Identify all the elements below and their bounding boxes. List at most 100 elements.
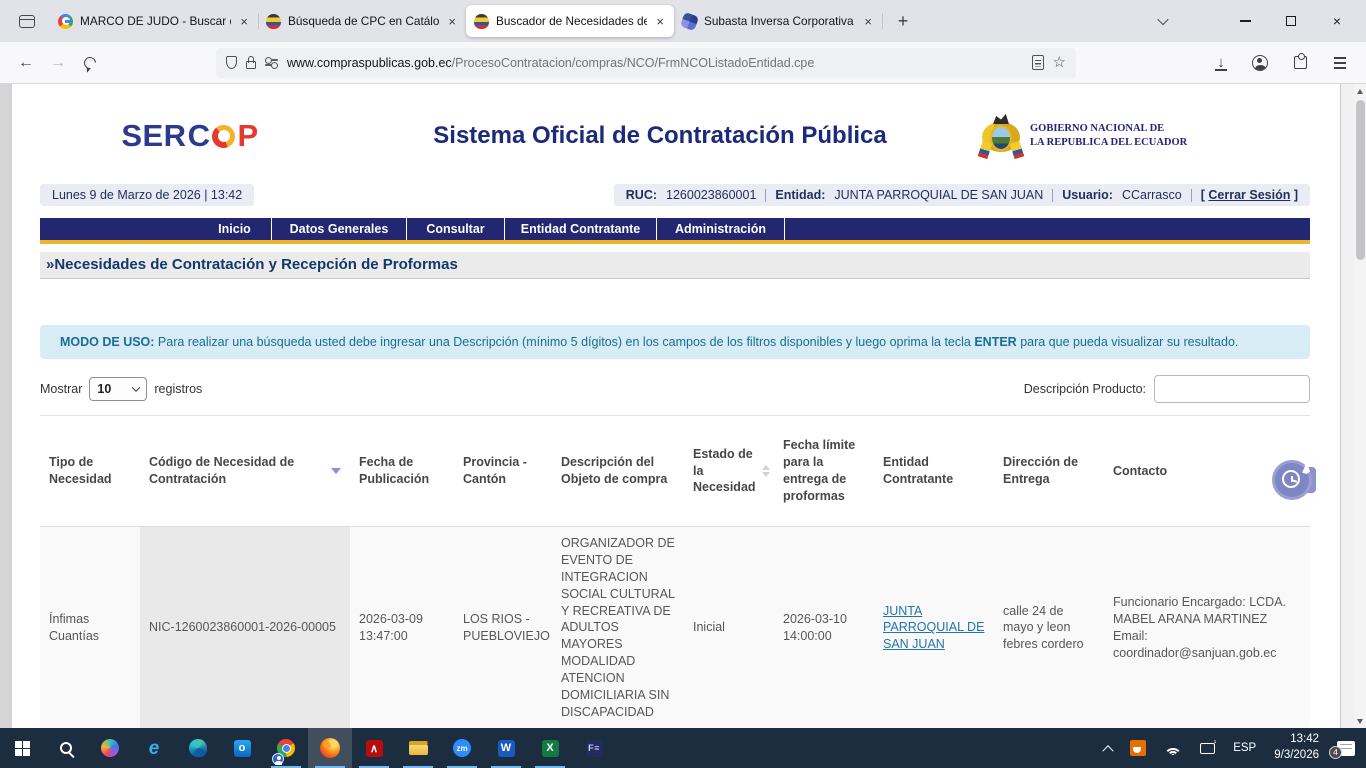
taskbar-word[interactable]: W	[484, 728, 528, 768]
new-tab-button[interactable]: +	[888, 6, 918, 36]
taskbar-firefox-active[interactable]	[308, 728, 352, 768]
tray-language[interactable]: ESP	[1226, 728, 1263, 768]
scrollbar-thumb[interactable]	[1356, 100, 1365, 260]
logout-link[interactable]: Cerrar Sesión	[1208, 188, 1290, 202]
system-title: Sistema Oficial de Contratación Pública	[340, 122, 980, 150]
downloads-icon[interactable]: ↓	[1206, 48, 1236, 78]
ecuador-coat-icon	[266, 14, 281, 29]
permissions-icon[interactable]	[265, 59, 278, 66]
tab-close-icon[interactable]: ×	[654, 14, 666, 29]
window-close-button[interactable]: ×	[1314, 0, 1360, 42]
sort-desc-icon	[331, 468, 341, 474]
page-size-select[interactable]: 10	[89, 377, 147, 401]
cell-direccion: calle 24 de mayo y leon febres cordero	[994, 595, 1104, 662]
tab-close-icon[interactable]: ×	[238, 14, 250, 29]
system-tray: ESP 13:42 9/3/2026 4	[1097, 728, 1366, 768]
description-filter-input[interactable]	[1154, 375, 1310, 403]
list-all-tabs-chevron-icon[interactable]	[1146, 6, 1180, 36]
tab-close-icon[interactable]: ×	[446, 14, 458, 29]
tray-notifications[interactable]: 4	[1330, 728, 1362, 768]
tab-title: Búsqueda de CPC en Catálogo	[288, 14, 439, 28]
taskbar-file-explorer[interactable]	[396, 728, 440, 768]
reader-mode-icon[interactable]	[1032, 55, 1044, 70]
tab-subasta-inversa[interactable]: Subasta Inversa Corporativa de ×	[674, 5, 882, 37]
ecuador-coat-of-arms-icon	[980, 114, 1022, 158]
chrome-profile-badge	[272, 753, 284, 765]
datetime-badge: Lunes 9 de Marzo de 2026 | 13:42	[40, 184, 254, 206]
account-icon[interactable]	[1244, 48, 1276, 78]
tray-clock[interactable]: 13:42 9/3/2026	[1267, 728, 1326, 768]
window-minimize-button[interactable]	[1222, 0, 1268, 42]
tab-marco-de-judo[interactable]: MARCO DE JUDO - Buscar con ×	[50, 5, 258, 37]
taskbar-acrobat[interactable]: ∧	[352, 728, 396, 768]
tab-title: MARCO DE JUDO - Buscar con	[80, 14, 231, 28]
sercop-logo: SERCP	[40, 118, 340, 154]
scroll-down-arrow[interactable]	[1354, 714, 1366, 728]
taskbar-internet-explorer[interactable]: e	[132, 728, 176, 768]
extensions-icon[interactable]	[1284, 48, 1316, 78]
taskbar-f-app[interactable]: F≡	[572, 728, 616, 768]
header-estado[interactable]: Estado de la Necesidad	[684, 438, 774, 505]
tracking-shield-icon[interactable]	[226, 56, 237, 69]
header-codigo[interactable]: Código de Necesidad de Contratación	[140, 446, 350, 496]
header-provincia[interactable]: Provincia - Cantón	[454, 446, 552, 496]
entidad-link[interactable]: JUNTA PARROQUIAL DE SAN JUAN	[883, 604, 984, 652]
tray-hidden-icons-chevron[interactable]	[1097, 728, 1119, 768]
window-maximize-button[interactable]	[1268, 0, 1314, 42]
browser-scrollbar[interactable]	[1354, 84, 1366, 728]
tray-java-icon[interactable]	[1123, 728, 1153, 768]
header-tipo[interactable]: Tipo de Necesidad	[40, 446, 140, 496]
scroll-up-arrow[interactable]	[1354, 84, 1366, 98]
taskbar-zoom[interactable]: zm	[440, 728, 484, 768]
nav-item-entidad-contratante[interactable]: Entidad Contratante	[505, 218, 657, 240]
outlook-icon: o	[234, 740, 251, 757]
floating-timer-widget[interactable]	[1272, 460, 1316, 500]
site-header: SERCP Sistema Oficial de Contratación Pú…	[40, 98, 1310, 174]
taskbar-chrome[interactable]	[264, 728, 308, 768]
cell-fecha-limite: 2026-03-10 14:00:00	[774, 603, 874, 653]
header-direccion[interactable]: Dirección de Entrega	[994, 446, 1104, 496]
taskbar-outlook[interactable]: o	[220, 728, 264, 768]
taskbar-excel[interactable]: X	[528, 728, 572, 768]
taskbar-edge[interactable]	[176, 728, 220, 768]
nav-item-administracion[interactable]: Administración	[657, 218, 785, 240]
tab-buscador-necesidades-active[interactable]: Buscador de Necesidades de Co ×	[466, 5, 674, 37]
taskbar-search-button[interactable]	[44, 728, 88, 768]
menu-hamburger-icon[interactable]	[1324, 48, 1356, 78]
table-row: Ínfimas Cuantías NIC-1260023860001-2026-…	[40, 527, 1310, 728]
tray-cast[interactable]	[1193, 728, 1222, 768]
forward-button[interactable]: →	[42, 48, 74, 78]
lock-icon[interactable]	[246, 61, 256, 69]
notification-badge: 4	[1329, 746, 1342, 759]
main-nav: Inicio Datos Generales Consultar Entidad…	[40, 218, 1310, 240]
entity-value: JUNTA PARROQUIAL DE SAN JUAN	[834, 188, 1043, 202]
bookmark-star-icon[interactable]: ☆	[1053, 55, 1066, 70]
address-bar[interactable]: www.compraspublicas.gob.ec/ProcesoContra…	[216, 48, 1076, 78]
nav-item-inicio[interactable]: Inicio	[198, 218, 272, 240]
cell-descripcion: ORGANIZADOR DE EVENTO DE INTEGRACION SOC…	[552, 527, 684, 728]
google-icon	[58, 14, 73, 29]
header-fecha-limite[interactable]: Fecha límite para la entrega de proforma…	[774, 429, 874, 513]
header-fecha-publicacion[interactable]: Fecha de Publicación	[350, 446, 454, 496]
header-entidad[interactable]: Entidad Contratante	[874, 446, 994, 496]
taskbar-copilot[interactable]	[88, 728, 132, 768]
reload-button[interactable]	[74, 48, 106, 78]
start-button[interactable]	[0, 728, 44, 768]
nav-item-consultar[interactable]: Consultar	[407, 218, 505, 240]
chevron-up-icon	[1103, 745, 1114, 756]
table-header-row: Tipo de Necesidad Código de Necesidad de…	[40, 415, 1310, 527]
cell-tipo: Ínfimas Cuantías	[40, 603, 140, 653]
header-descripcion[interactable]: Descripción del Objeto de compra	[552, 446, 684, 496]
tab-close-icon[interactable]: ×	[862, 14, 874, 29]
firefox-view-icon[interactable]	[12, 6, 42, 36]
needs-table: Tipo de Necesidad Código de Necesidad de…	[40, 415, 1310, 728]
url-text[interactable]: www.compraspublicas.gob.ec/ProcesoContra…	[287, 56, 1023, 70]
cell-contacto: Funcionario Encargado: LCDA. MABEL ARANA…	[1104, 586, 1310, 670]
tray-wifi[interactable]	[1157, 728, 1189, 768]
back-button[interactable]: ←	[10, 48, 42, 78]
show-label: Mostrar	[40, 382, 82, 396]
firefox-icon	[320, 738, 340, 758]
nav-item-datos-generales[interactable]: Datos Generales	[272, 218, 407, 240]
tab-title: Subasta Inversa Corporativa de	[704, 14, 855, 28]
tab-busqueda-cpc[interactable]: Búsqueda de CPC en Catálogo ×	[258, 5, 466, 37]
